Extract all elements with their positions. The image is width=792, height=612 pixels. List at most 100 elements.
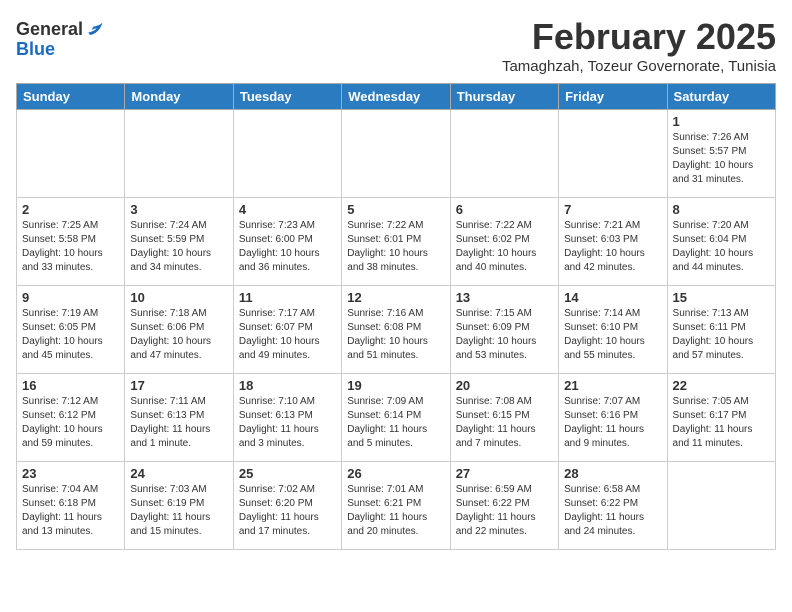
day-info: Sunrise: 7:02 AM Sunset: 6:20 PM Dayligh…: [239, 483, 336, 539]
calendar-cell: [342, 110, 450, 198]
day-info: Sunrise: 7:22 AM Sunset: 6:02 PM Dayligh…: [456, 219, 553, 275]
column-header-monday: Monday: [125, 84, 233, 110]
month-year-title: February 2025: [502, 16, 776, 58]
column-header-wednesday: Wednesday: [342, 84, 450, 110]
day-info: Sunrise: 7:05 AM Sunset: 6:17 PM Dayligh…: [673, 395, 770, 451]
day-info: Sunrise: 7:14 AM Sunset: 6:10 PM Dayligh…: [564, 307, 661, 363]
day-info: Sunrise: 7:23 AM Sunset: 6:00 PM Dayligh…: [239, 219, 336, 275]
calendar-cell: 17 Sunrise: 7:11 AM Sunset: 6:13 PM Dayli…: [125, 374, 233, 462]
day-info: Sunrise: 7:16 AM Sunset: 6:08 PM Dayligh…: [347, 307, 444, 363]
calendar-cell: 15 Sunrise: 7:13 AM Sunset: 6:11 PM Dayli…: [667, 286, 775, 374]
calendar-cell: [667, 462, 775, 550]
logo-blue-text: Blue: [16, 40, 105, 60]
day-info: Sunrise: 7:20 AM Sunset: 6:04 PM Dayligh…: [673, 219, 770, 275]
column-header-sunday: Sunday: [17, 84, 125, 110]
calendar-cell: 9 Sunrise: 7:19 AM Sunset: 6:05 PM Daylig…: [17, 286, 125, 374]
day-info: Sunrise: 7:24 AM Sunset: 5:59 PM Dayligh…: [130, 219, 227, 275]
day-number: 6: [456, 202, 553, 217]
day-number: 4: [239, 202, 336, 217]
day-info: Sunrise: 7:19 AM Sunset: 6:05 PM Dayligh…: [22, 307, 119, 363]
day-number: 2: [22, 202, 119, 217]
day-info: Sunrise: 7:25 AM Sunset: 5:58 PM Dayligh…: [22, 219, 119, 275]
day-info: Sunrise: 7:26 AM Sunset: 5:57 PM Dayligh…: [673, 131, 770, 187]
day-number: 10: [130, 290, 227, 305]
calendar-cell: 3 Sunrise: 7:24 AM Sunset: 5:59 PM Daylig…: [125, 198, 233, 286]
calendar-week-row: 1 Sunrise: 7:26 AM Sunset: 5:57 PM Daylig…: [17, 110, 776, 198]
calendar-cell: 7 Sunrise: 7:21 AM Sunset: 6:03 PM Daylig…: [559, 198, 667, 286]
day-info: Sunrise: 7:03 AM Sunset: 6:19 PM Dayligh…: [130, 483, 227, 539]
day-number: 23: [22, 466, 119, 481]
calendar-cell: [125, 110, 233, 198]
day-info: Sunrise: 7:04 AM Sunset: 6:18 PM Dayligh…: [22, 483, 119, 539]
day-number: 21: [564, 378, 661, 393]
day-info: Sunrise: 7:15 AM Sunset: 6:09 PM Dayligh…: [456, 307, 553, 363]
calendar-cell: 18 Sunrise: 7:10 AM Sunset: 6:13 PM Dayli…: [233, 374, 341, 462]
calendar-cell: 12 Sunrise: 7:16 AM Sunset: 6:08 PM Dayli…: [342, 286, 450, 374]
calendar-cell: 10 Sunrise: 7:18 AM Sunset: 6:06 PM Dayli…: [125, 286, 233, 374]
calendar-cell: 21 Sunrise: 7:07 AM Sunset: 6:16 PM Dayli…: [559, 374, 667, 462]
calendar-week-row: 9 Sunrise: 7:19 AM Sunset: 6:05 PM Daylig…: [17, 286, 776, 374]
calendar-week-row: 23 Sunrise: 7:04 AM Sunset: 6:18 PM Dayli…: [17, 462, 776, 550]
day-info: Sunrise: 7:07 AM Sunset: 6:16 PM Dayligh…: [564, 395, 661, 451]
calendar-cell: 23 Sunrise: 7:04 AM Sunset: 6:18 PM Dayli…: [17, 462, 125, 550]
day-number: 16: [22, 378, 119, 393]
calendar-cell: 5 Sunrise: 7:22 AM Sunset: 6:01 PM Daylig…: [342, 198, 450, 286]
column-header-saturday: Saturday: [667, 84, 775, 110]
day-info: Sunrise: 7:09 AM Sunset: 6:14 PM Dayligh…: [347, 395, 444, 451]
column-header-tuesday: Tuesday: [233, 84, 341, 110]
day-info: Sunrise: 7:12 AM Sunset: 6:12 PM Dayligh…: [22, 395, 119, 451]
day-number: 18: [239, 378, 336, 393]
calendar-cell: 26 Sunrise: 7:01 AM Sunset: 6:21 PM Dayli…: [342, 462, 450, 550]
logo-general-text: General: [16, 20, 83, 40]
calendar-week-row: 16 Sunrise: 7:12 AM Sunset: 6:12 PM Dayli…: [17, 374, 776, 462]
day-number: 26: [347, 466, 444, 481]
day-number: 27: [456, 466, 553, 481]
day-number: 14: [564, 290, 661, 305]
location-subtitle: Tamaghzah, Tozeur Governorate, Tunisia: [502, 58, 776, 75]
day-info: Sunrise: 7:10 AM Sunset: 6:13 PM Dayligh…: [239, 395, 336, 451]
day-info: Sunrise: 6:59 AM Sunset: 6:22 PM Dayligh…: [456, 483, 553, 539]
calendar-header-row: SundayMondayTuesdayWednesdayThursdayFrid…: [17, 84, 776, 110]
day-info: Sunrise: 6:58 AM Sunset: 6:22 PM Dayligh…: [564, 483, 661, 539]
day-number: 3: [130, 202, 227, 217]
calendar-cell: 24 Sunrise: 7:03 AM Sunset: 6:19 PM Dayli…: [125, 462, 233, 550]
day-number: 9: [22, 290, 119, 305]
calendar-cell: 25Sunrise: 7:02 AM Sunset: 6:20 PM Dayli…: [233, 462, 341, 550]
day-number: 17: [130, 378, 227, 393]
calendar-week-row: 2 Sunrise: 7:25 AM Sunset: 5:58 PM Daylig…: [17, 198, 776, 286]
calendar-cell: [233, 110, 341, 198]
calendar-cell: [17, 110, 125, 198]
calendar-cell: 16 Sunrise: 7:12 AM Sunset: 6:12 PM Dayli…: [17, 374, 125, 462]
day-number: 5: [347, 202, 444, 217]
calendar-cell: 4 Sunrise: 7:23 AM Sunset: 6:00 PM Daylig…: [233, 198, 341, 286]
calendar-cell: 14 Sunrise: 7:14 AM Sunset: 6:10 PM Dayli…: [559, 286, 667, 374]
day-number: 20: [456, 378, 553, 393]
day-number: 15: [673, 290, 770, 305]
day-info: Sunrise: 7:17 AM Sunset: 6:07 PM Dayligh…: [239, 307, 336, 363]
day-number: 1: [673, 114, 770, 129]
day-info: Sunrise: 7:01 AM Sunset: 6:21 PM Dayligh…: [347, 483, 444, 539]
logo: General Blue: [16, 20, 105, 60]
logo-bird-icon: [85, 20, 105, 40]
day-number: 13: [456, 290, 553, 305]
day-number: 24: [130, 466, 227, 481]
day-number: 12: [347, 290, 444, 305]
day-info: Sunrise: 7:13 AM Sunset: 6:11 PM Dayligh…: [673, 307, 770, 363]
day-number: 11: [239, 290, 336, 305]
calendar-cell: 19 Sunrise: 7:09 AM Sunset: 6:14 PM Dayli…: [342, 374, 450, 462]
day-number: 19: [347, 378, 444, 393]
day-info: Sunrise: 7:22 AM Sunset: 6:01 PM Dayligh…: [347, 219, 444, 275]
day-info: Sunrise: 7:21 AM Sunset: 6:03 PM Dayligh…: [564, 219, 661, 275]
calendar-cell: 11 Sunrise: 7:17 AM Sunset: 6:07 PM Dayli…: [233, 286, 341, 374]
day-number: 28: [564, 466, 661, 481]
day-info: Sunrise: 7:11 AM Sunset: 6:13 PM Dayligh…: [130, 395, 227, 451]
day-number: 7: [564, 202, 661, 217]
calendar-table: SundayMondayTuesdayWednesdayThursdayFrid…: [16, 83, 776, 550]
day-info: Sunrise: 7:18 AM Sunset: 6:06 PM Dayligh…: [130, 307, 227, 363]
column-header-thursday: Thursday: [450, 84, 558, 110]
calendar-cell: 20Sunrise: 7:08 AM Sunset: 6:15 PM Dayli…: [450, 374, 558, 462]
calendar-cell: 6 Sunrise: 7:22 AM Sunset: 6:02 PM Daylig…: [450, 198, 558, 286]
calendar-cell: 13 Sunrise: 7:15 AM Sunset: 6:09 PM Dayli…: [450, 286, 558, 374]
title-block: February 2025 Tamaghzah, Tozeur Governor…: [502, 16, 776, 75]
calendar-cell: 27 Sunrise: 6:59 AM Sunset: 6:22 PM Dayli…: [450, 462, 558, 550]
